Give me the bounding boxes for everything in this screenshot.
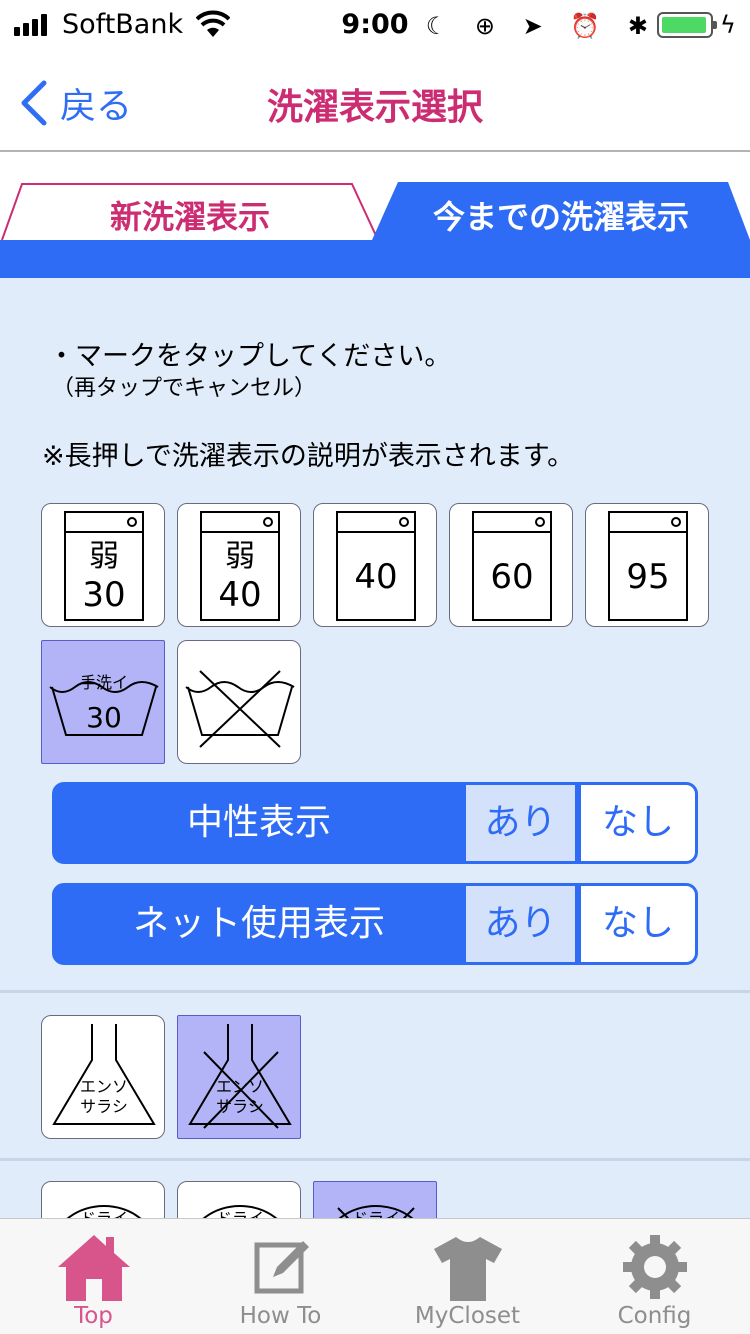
tab-config[interactable]: Config [561, 1219, 748, 1334]
neutral-detergent-label: 中性表示 [186, 802, 331, 843]
long-press-note: ※長押しで洗濯表示の説明が表示されます。 [42, 441, 575, 472]
wash-tub-icon: 手洗イ 30 [49, 673, 159, 736]
tab-how-to-label: How To [239, 1303, 322, 1329]
hand-wash-label: 手洗イ [80, 673, 128, 692]
status-bar: SoftBank 9:00 ☾ ⊕ ➤ ⏰ ✱ ϟ [0, 0, 750, 52]
wash-mark-temp-text: 30 [82, 575, 125, 615]
neutral-yes-option[interactable]: あり [463, 785, 575, 861]
tab-new-label: 新洗濯表示 [109, 198, 270, 236]
wash-mark-top-text: 弱 [89, 539, 119, 574]
crossed-flask-icon: エンソ サラシ [188, 1024, 292, 1129]
wash-mark-95[interactable]: 95 [585, 503, 709, 627]
dry-clean-mark[interactable]: ドライ [177, 1181, 301, 1218]
wash-mark-weak-40[interactable]: 弱 40 [177, 503, 301, 627]
wash-mark-temp-text: 95 [626, 557, 669, 597]
no-chlorine-bleach-mark[interactable]: エンソ サラシ [177, 1015, 301, 1139]
dry-label: ドライ [352, 1209, 400, 1218]
tab-selector: 新洗濯表示 今までの洗濯表示 [0, 154, 750, 278]
net-no-option[interactable]: なし [578, 886, 695, 962]
washing-machine-icon: 弱 30 [64, 511, 144, 621]
no-dry-clean-mark[interactable]: ドライ [313, 1181, 437, 1218]
wash-mark-temp-text: 60 [490, 557, 533, 597]
page-title: 洗濯表示選択 [266, 87, 483, 128]
tab-mycloset[interactable]: MyCloset [374, 1219, 561, 1334]
washing-machine-icon: 弱 40 [200, 511, 280, 621]
navigation-bar: 戻る 洗濯表示選択 [0, 52, 750, 152]
dry-clean-mark[interactable]: ドライ [41, 1181, 165, 1218]
hand-wash-30-mark[interactable]: 手洗イ 30 [41, 640, 165, 764]
tshirt-icon [434, 1237, 502, 1301]
bleach-line1: エンソ [216, 1077, 264, 1096]
tab-mycloset-label: MyCloset [414, 1303, 521, 1329]
wash-mark-temp-text: 40 [354, 557, 397, 597]
neutral-detergent-toggle: 中性表示 あり なし [52, 782, 698, 864]
crossed-dry-clean-icon: ドライ [337, 1205, 415, 1218]
instruction-subtext: （再タップでキャンセル） [52, 376, 317, 401]
wash-mark-weak-30[interactable]: 弱 30 [41, 503, 165, 627]
washing-machine-icon: 95 [608, 511, 688, 621]
bleach-line1: エンソ [80, 1077, 128, 1096]
bottom-tab-bar: Top How To MyCloset Config [0, 1218, 750, 1334]
wash-mark-60[interactable]: 60 [449, 503, 573, 627]
gear-icon [623, 1235, 687, 1299]
tab-underline-bar [0, 240, 750, 278]
section-divider [0, 990, 750, 993]
dry-label: ドライ [216, 1209, 264, 1218]
tab-top[interactable]: Top [0, 1219, 187, 1334]
wash-mark-40[interactable]: 40 [313, 503, 437, 627]
wash-mark-top-text: 弱 [225, 539, 255, 574]
do-not-wash-mark[interactable] [177, 640, 301, 764]
hand-wash-temp: 30 [86, 701, 122, 734]
charging-icon: ϟ [720, 11, 736, 39]
dry-clean-circle-icon: ドライ [202, 1205, 278, 1218]
laundry-net-toggle: ネット使用表示 あり なし [52, 883, 698, 965]
tab-old-label: 今までの洗濯表示 [432, 198, 689, 236]
tab-top-label: Top [74, 1303, 113, 1329]
washing-machine-icon: 60 [472, 511, 552, 621]
bleach-line2: サラシ [80, 1097, 128, 1116]
crossed-wash-tub-icon [185, 670, 295, 748]
dry-clean-circle-icon: ドライ [66, 1205, 142, 1218]
chlorine-bleach-ok-mark[interactable]: エンソ サラシ [41, 1015, 165, 1139]
neutral-no-option[interactable]: なし [578, 785, 695, 861]
tab-config-label: Config [617, 1303, 692, 1329]
battery-icon [657, 12, 717, 38]
content-area[interactable]: ・マークをタップしてください。 （再タップでキャンセル） ※長押しで洗濯表示の説… [0, 278, 750, 1218]
laundry-net-label: ネット使用表示 [132, 903, 385, 944]
dry-label: ドライ [80, 1209, 128, 1218]
wash-mark-temp-text: 40 [218, 575, 261, 615]
net-yes-option[interactable]: あり [463, 886, 575, 962]
section-divider [0, 1158, 750, 1161]
status-indicator-icons: ☾ ⊕ ➤ ⏰ ✱ [425, 12, 658, 40]
flask-icon: エンソ サラシ [52, 1024, 156, 1125]
house-icon [58, 1235, 130, 1301]
edit-icon [254, 1241, 309, 1294]
tab-how-to[interactable]: How To [187, 1219, 374, 1334]
instruction-text: ・マークをタップしてください。 [48, 341, 452, 372]
washing-machine-icon: 40 [336, 511, 416, 621]
